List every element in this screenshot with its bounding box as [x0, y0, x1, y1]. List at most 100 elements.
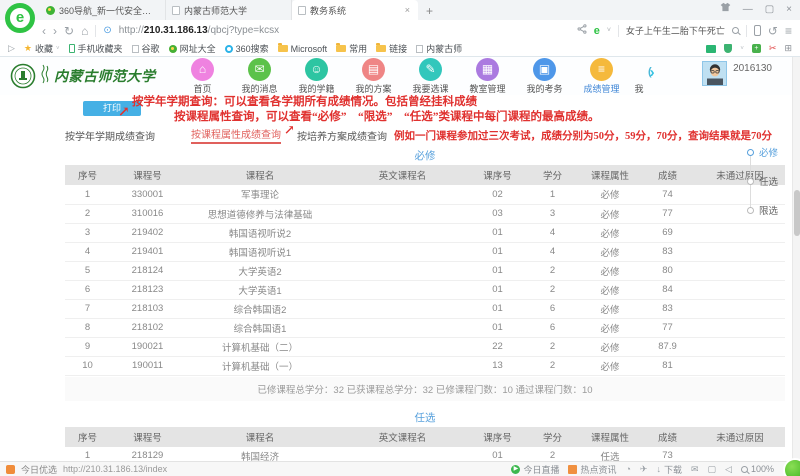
nav-item-classroom[interactable]: ▦教室管理 — [459, 58, 516, 95]
anchor-limited[interactable]: 限选 — [747, 203, 778, 217]
skin-icon[interactable] — [720, 2, 731, 17]
anchor-elective[interactable]: 任选 — [747, 174, 778, 188]
radio-dot-icon — [747, 178, 754, 185]
phone-icon — [69, 44, 75, 53]
tab-close-icon[interactable]: × — [403, 5, 412, 15]
nav-item-home[interactable]: ⌂首页 — [174, 58, 231, 95]
bookmark-360-sites[interactable]: 网址大全 — [169, 42, 216, 55]
speaker-icon[interactable]: ◁ — [725, 464, 732, 475]
apps-grid-icon[interactable]: ⊞ — [784, 43, 792, 54]
bookmark-phone-folder[interactable]: 手机收藏夹 — [69, 42, 123, 55]
cell: 01 — [470, 223, 525, 242]
red-arrow-icon: ↗ — [284, 122, 295, 138]
live-shortcut[interactable]: ▶今日直播 — [511, 463, 559, 476]
cell: 22 — [470, 337, 525, 356]
refresh-button[interactable]: ↻ — [64, 23, 74, 39]
nav-item-grades[interactable]: ≡成绩管理 — [573, 58, 630, 95]
column-header: 成绩 — [640, 427, 695, 447]
status-bar: 今日优选 http://210.31.186.13/index ▶今日直播 热点… — [0, 461, 800, 476]
shield-extension-icon[interactable] — [724, 44, 732, 53]
back-button[interactable]: ‹ — [42, 23, 46, 39]
bookmark-folder-links[interactable]: 链接 — [376, 42, 407, 55]
nav-item-exams[interactable]: ▣我的考务 — [516, 58, 573, 95]
cell — [335, 204, 470, 223]
avatar[interactable] — [702, 61, 727, 86]
game-icon[interactable]: ✈ — [640, 464, 648, 475]
message-icon[interactable]: ✉ — [691, 464, 699, 475]
user-box[interactable]: 2016130 — [702, 61, 772, 86]
window-icon[interactable]: ▢ — [708, 464, 717, 475]
course-row: 1218129韩国经济012任选73 — [65, 447, 785, 462]
screenshot-scissors-icon[interactable]: ✂ — [769, 43, 777, 54]
page-favicon — [298, 6, 306, 15]
search-input[interactable]: 女子上午生二胎下午死亡 — [626, 24, 725, 37]
cell — [695, 318, 785, 337]
column-header: 课程属性 — [580, 427, 640, 447]
chevron-down-icon[interactable]: ˅ — [740, 46, 744, 52]
tab-by-semester[interactable]: 按学年学期成绩查询 — [65, 128, 155, 143]
phone-sync-icon[interactable] — [754, 25, 761, 36]
bookmark-360-search[interactable]: 360搜索 — [225, 42, 269, 55]
scrollbar-thumb[interactable] — [794, 190, 800, 236]
tab-by-course-attribute-active[interactable]: 按课程属性成绩查询 — [191, 126, 281, 144]
chevron-right-icon: › — [650, 64, 655, 81]
hover-link-url: http://210.31.186.13/index — [63, 464, 167, 474]
nav-item-student-status[interactable]: ☺我的学籍 — [288, 58, 345, 95]
bookmark-folder-microsoft[interactable]: Microsoft — [278, 44, 328, 54]
browser-mode-icon[interactable]: e — [594, 25, 600, 37]
radio-dot-icon — [747, 149, 754, 156]
hot-news-shortcut[interactable]: 热点资讯 — [568, 463, 616, 476]
home-icon: ⌂ — [191, 58, 214, 81]
cell: 必修 — [580, 185, 640, 204]
site-info-icon[interactable]: ⊙ — [103, 25, 111, 36]
mode-dropdown-icon[interactable]: ˅ — [607, 27, 611, 34]
cell: 韩国语视听说2 — [185, 223, 335, 242]
collect-extension-icon[interactable]: + — [752, 44, 761, 53]
cell: 02 — [470, 185, 525, 204]
minimize-button[interactable]: — — [743, 3, 753, 17]
address-bar[interactable]: http://210.31.186.13/qbcj?type=kcsx — [119, 25, 279, 36]
daily-deals-label[interactable]: 今日优选 — [21, 463, 57, 476]
bookmark-google[interactable]: 谷歌 — [132, 42, 160, 55]
nav-item-course-select[interactable]: ✎我要选课 — [402, 58, 459, 95]
forward-button[interactable]: › — [53, 23, 57, 39]
cell: 218123 — [110, 280, 185, 299]
browser-logo-icon[interactable]: e — [5, 3, 35, 33]
daily-deals-icon[interactable] — [6, 465, 15, 474]
nav-item-partial[interactable]: 我 — [630, 58, 648, 95]
cell — [695, 280, 785, 299]
nav-item-messages[interactable]: ✉我的消息 — [231, 58, 288, 95]
cell: 01 — [470, 261, 525, 280]
cell: 330001 — [110, 185, 185, 204]
zoom-control[interactable]: 100% — [741, 464, 774, 474]
cell: 2 — [525, 280, 580, 299]
clock-icon[interactable]: ◔ — [625, 464, 630, 474]
search-icon[interactable] — [732, 27, 739, 34]
cell — [695, 299, 785, 318]
download-manager[interactable]: ↓下载 — [656, 463, 682, 476]
share-icon[interactable] — [577, 24, 587, 37]
wallet-extension-icon[interactable] — [706, 45, 716, 53]
collapse-bookmarks-icon[interactable]: ▷ — [8, 43, 15, 54]
favorites-menu[interactable]: ★收藏˅ — [24, 42, 60, 55]
bookmark-nmgnu[interactable]: 内蒙古师 — [416, 42, 462, 55]
speed-ball-icon[interactable] — [783, 458, 800, 476]
course-row: 1330001军事理论021必修74 — [65, 185, 785, 204]
browser-tab-jiaowu-active[interactable]: 教务系统 × — [292, 0, 418, 20]
browser-tab-360nav[interactable]: 360导航_新一代安全上网导航 — [40, 0, 166, 20]
undo-closed-tab-icon[interactable]: ↺ — [768, 23, 778, 39]
cell: 思想道德修养与法律基础 — [185, 204, 335, 223]
browser-tab-university[interactable]: 内蒙古师范大学 — [166, 0, 292, 20]
column-header: 序号 — [65, 427, 110, 447]
page-scrollbar[interactable] — [792, 57, 800, 461]
bookmark-folder-common[interactable]: 常用 — [336, 42, 367, 55]
tab-by-training-plan[interactable]: 按培养方案成绩查询 — [297, 128, 387, 143]
nav-scroll-next[interactable]: (› — [648, 57, 655, 95]
maximize-button[interactable]: ▢ — [765, 3, 774, 17]
home-button[interactable]: ⌂ — [81, 23, 88, 39]
close-button[interactable]: × — [786, 3, 792, 17]
new-tab-button[interactable]: + — [418, 2, 441, 20]
anchor-required[interactable]: 必修 — [747, 145, 778, 159]
menu-icon[interactable]: ≡ — [785, 23, 792, 39]
nav-item-plan[interactable]: ▤我的方案 — [345, 58, 402, 95]
